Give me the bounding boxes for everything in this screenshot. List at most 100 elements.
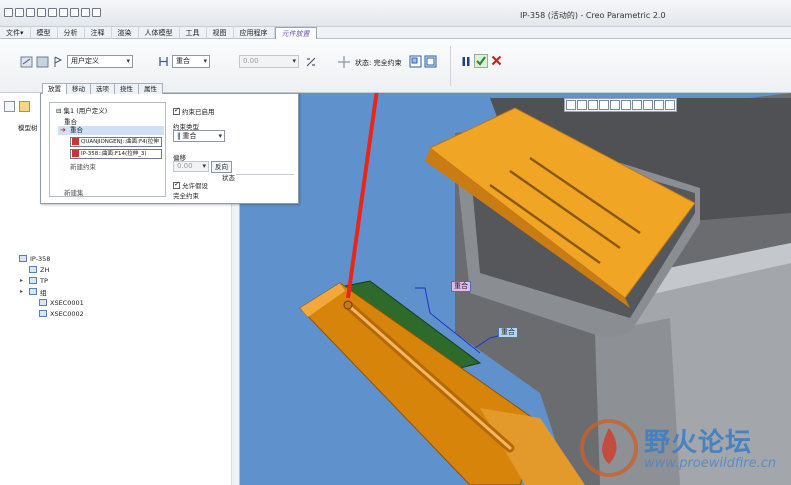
watermark-url: www.proewildfire.cn: [644, 456, 777, 471]
confirm-check-icon[interactable]: [474, 54, 488, 68]
tab-1[interactable]: 模型: [31, 27, 58, 39]
checkbox-checked-icon: [173, 106, 180, 115]
allow-assume-checkbox[interactable]: 允许假设: [173, 180, 208, 190]
coincident-icon: [159, 57, 168, 66]
status-divider: [236, 174, 294, 175]
feature-icon: [39, 310, 47, 317]
offset-input[interactable]: 0.00 ▾: [239, 55, 299, 68]
regenerate-icon[interactable]: [70, 8, 79, 17]
flip-icon[interactable]: [305, 56, 317, 68]
constraint-label-1[interactable]: 重合: [451, 281, 471, 292]
enable-constraint-checkbox[interactable]: 约束已启用: [173, 106, 215, 116]
tab-4[interactable]: 渲染: [112, 27, 139, 39]
expand-arrow-icon[interactable]: ▸: [20, 288, 26, 295]
popup-offset-input[interactable]: 0.00 ▾: [173, 161, 209, 172]
print-icon[interactable]: [37, 8, 46, 17]
redo-icon[interactable]: [59, 8, 68, 17]
constraint-set-dropdown[interactable]: 用户定义 ▾: [67, 55, 133, 68]
tree-folder-icon[interactable]: [19, 101, 30, 112]
display-style-icon[interactable]: [632, 100, 642, 110]
coincident-icon: ‖: [177, 132, 181, 140]
subtab-1[interactable]: 移动: [66, 83, 91, 94]
move-icon[interactable]: [337, 55, 351, 69]
status-value: 完全约束: [173, 192, 199, 200]
separate-window-icon[interactable]: [409, 54, 422, 68]
tree-item-label: 组: [40, 288, 47, 297]
selected-constraint[interactable]: ➔ 重合: [58, 126, 164, 135]
tree-settings-icon[interactable]: [4, 101, 15, 112]
model-tree: IP-358 ZH ▸ TP ▸ 组 XSEC0001 XSEC0002: [10, 253, 84, 319]
expand-arrow-icon[interactable]: ▸: [20, 277, 26, 284]
close-window-icon[interactable]: [92, 8, 101, 17]
constraint-list[interactable]: ⊟ 集1 (用户定义) 重合 ➔ 重合 QUANJIONGENJ::曲面:F4(…: [49, 102, 166, 197]
save-icon[interactable]: [26, 8, 35, 17]
constraint-type-dropdown[interactable]: 重合 ▾: [172, 55, 210, 68]
new-constraint-link[interactable]: 新建约束: [70, 161, 96, 171]
ribbon-separator: [450, 46, 451, 86]
tree-item-label: ZH: [40, 265, 50, 274]
windows-icon[interactable]: [81, 8, 90, 17]
parts-icon[interactable]: [36, 56, 50, 68]
datum-display-icon[interactable]: [643, 100, 653, 110]
tab-9[interactable]: 元件放置: [274, 27, 317, 39]
undo-icon[interactable]: [48, 8, 57, 17]
chevron-down-icon: ▾: [203, 57, 207, 65]
tab-6[interactable]: 工具: [180, 27, 207, 39]
new-file-icon[interactable]: [4, 8, 13, 17]
zoom-fit-icon[interactable]: [566, 100, 576, 110]
reference-1[interactable]: QUANJIONGENJ::曲面:F4(拉伸: [70, 137, 162, 147]
zoom-in-icon[interactable]: [577, 100, 587, 110]
cancel-x-icon[interactable]: [491, 55, 502, 67]
constraint-set-label: 集1 (用户定义): [63, 107, 108, 115]
chevron-down-icon: ▾: [126, 57, 130, 65]
repaint-icon[interactable]: [599, 100, 609, 110]
tree-item-label: TP: [40, 276, 48, 285]
ribbon-tabs: 文件▾ 模型 分析 注释 渲染 人体模型 工具 视图 应用程序 元件放置: [0, 27, 791, 39]
feature-icon: [19, 255, 27, 262]
chevron-down-icon: ▾: [218, 132, 222, 140]
auto-icon[interactable]: [20, 56, 34, 68]
tree-item[interactable]: ZH: [10, 264, 84, 275]
subtab-2[interactable]: 选项: [90, 83, 115, 94]
watermark-text: 野火论坛: [644, 428, 753, 458]
tab-0[interactable]: 文件▾: [0, 27, 31, 39]
tree-item[interactable]: ▸ TP: [10, 275, 84, 286]
reference-2-label: IP-358::曲面:F14(拉伸_3): [81, 151, 147, 157]
new-set-link[interactable]: 新建集: [64, 187, 84, 197]
zoom-out-icon[interactable]: [588, 100, 598, 110]
tree-item[interactable]: ▸ 组: [10, 286, 84, 297]
status-text: 状态: 完全约束: [355, 59, 402, 67]
tab-7[interactable]: 视图: [207, 27, 234, 39]
subtab-4[interactable]: 属性: [138, 83, 163, 94]
spin-center-icon[interactable]: [654, 100, 664, 110]
subtab-0[interactable]: 放置: [42, 83, 67, 94]
orient-icon[interactable]: [610, 100, 620, 110]
tab-3[interactable]: 注释: [85, 27, 112, 39]
feature-icon: [29, 277, 37, 284]
main-window-icon[interactable]: [424, 54, 437, 68]
tree-item[interactable]: XSEC0002: [10, 308, 84, 319]
tab-5[interactable]: 人体模型: [139, 27, 180, 39]
popup-constraint-type-dropdown[interactable]: ‖ 重合 ▾: [173, 130, 225, 142]
model-tree-label: 模型树: [18, 124, 38, 132]
tree-item[interactable]: XSEC0001: [10, 297, 84, 308]
quick-access-toolbar: [4, 8, 101, 17]
constraint-set-node[interactable]: ⊟ 集1 (用户定义): [56, 105, 107, 115]
saved-views-icon[interactable]: [621, 100, 631, 110]
constraint-label-2[interactable]: 重合: [498, 327, 518, 338]
pause-icon[interactable]: [461, 56, 471, 68]
flag-icon[interactable]: [53, 56, 63, 68]
arrow-right-icon: ➔: [60, 126, 66, 134]
constraint-set-child[interactable]: 重合: [64, 116, 77, 126]
tree-item[interactable]: IP-358: [10, 253, 84, 264]
feature-icon: [29, 266, 37, 273]
annotation-display-icon[interactable]: [665, 100, 675, 110]
feature-icon: [29, 288, 37, 295]
tab-8[interactable]: 应用程序: [234, 27, 275, 39]
open-file-icon[interactable]: [15, 8, 24, 17]
watermark: 野火论坛 www.proewildfire.cn: [578, 418, 788, 482]
tree-item-label: XSEC0002: [50, 309, 84, 318]
subtab-3[interactable]: 挠性: [114, 83, 139, 94]
tab-2[interactable]: 分析: [58, 27, 85, 39]
reference-2[interactable]: IP-358::曲面:F14(拉伸_3): [70, 149, 162, 159]
